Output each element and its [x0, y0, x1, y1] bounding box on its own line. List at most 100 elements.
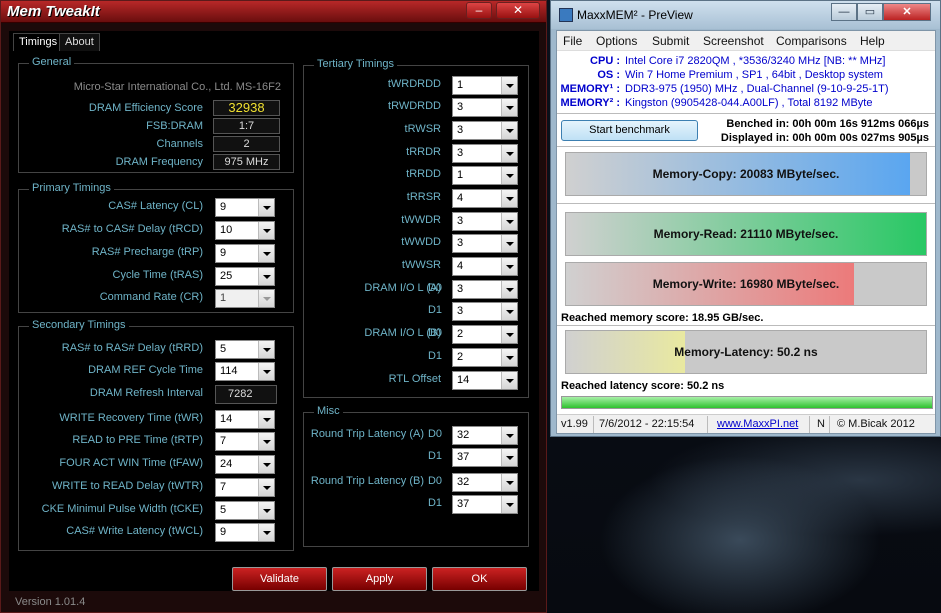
ref-cycle-label: DRAM REF Cycle Time — [88, 364, 203, 376]
app-logo-icon — [559, 8, 573, 22]
tertiary-rows-select[interactable]: 3 — [452, 234, 518, 253]
cas-latency-label: CAS# Latency (CL) — [108, 200, 203, 212]
tertiary-rows-label: RTL Offset — [388, 373, 441, 385]
misc-rows-sublabel: D1 — [427, 497, 442, 509]
os-value: Win 7 Home Premium , SP1 , 64bit , Deskt… — [625, 69, 883, 81]
menu-file[interactable]: File — [563, 34, 582, 48]
tertiary-rows-sublabel: D0 — [427, 282, 442, 294]
tertiary-rows-label: tRWSR — [404, 123, 441, 135]
close-button[interactable]: ✕ — [496, 2, 540, 19]
maxxpi-link[interactable]: www.MaxxPI.net — [717, 418, 798, 430]
misc-rows-sublabel: D0 — [427, 475, 442, 487]
channels-label: Channels — [156, 138, 203, 150]
tertiary-rows-value: 2 — [457, 328, 464, 340]
maximize-button[interactable]: ▭ — [857, 3, 883, 21]
twcl-value: 9 — [220, 526, 227, 538]
misc-rows-select[interactable]: 32 — [452, 473, 518, 492]
cas-latency-value: 9 — [220, 201, 227, 213]
status-divider — [829, 416, 830, 433]
tertiary-rows-select[interactable]: 14 — [452, 371, 518, 390]
tertiary-rows-sublabel: D1 — [427, 304, 442, 316]
dram-efficiency-label: DRAM Efficiency Score — [88, 102, 203, 114]
tertiary-rows-value: 3 — [457, 124, 464, 136]
twr-select[interactable]: 14 — [215, 410, 275, 429]
tfaw-select[interactable]: 24 — [215, 455, 275, 474]
tertiary-rows-select[interactable]: 3 — [452, 144, 518, 163]
tertiary-rows-select[interactable]: 3 — [452, 280, 518, 299]
menu-submit[interactable]: Submit — [652, 34, 689, 48]
reached-latency-score: Reached latency score: 50.2 ns — [561, 380, 725, 392]
chevron-down-icon — [258, 502, 274, 519]
twcl-select[interactable]: 9 — [215, 523, 275, 542]
tertiary-rows-select[interactable]: 2 — [452, 348, 518, 367]
menu-comparisons[interactable]: Comparisons — [776, 34, 847, 48]
tertiary-rows-label: DRAM I/O L (A) — [364, 282, 441, 294]
tab-timings[interactable]: Timings — [13, 33, 64, 51]
dram-frequency-label: DRAM Frequency — [115, 156, 203, 168]
maxxmem-titlebar[interactable]: MaxxMEM² - PreView — ▭ ✕ — [551, 1, 940, 29]
memtweakit-window: Mem TweakIt – ✕ Timings About General Mi… — [0, 0, 547, 613]
tertiary-rows-select[interactable]: 4 — [452, 189, 518, 208]
chevron-down-icon — [501, 167, 517, 184]
chevron-down-icon — [501, 349, 517, 366]
tertiary-rows-label: tWWDR — [401, 214, 441, 226]
memory-write-label: Memory-Write: 16980 MByte/sec. — [652, 277, 840, 291]
validate-button[interactable]: Validate — [232, 567, 327, 591]
tertiary-rows-select[interactable]: 1 — [452, 166, 518, 185]
twcl-label: CAS# Write Latency (tWCL) — [66, 525, 203, 537]
tertiary-rows-select[interactable]: 2 — [452, 325, 518, 344]
status-version: v1.99 — [561, 418, 588, 430]
trrd-select[interactable]: 5 — [215, 340, 275, 359]
tertiary-rows-label: tRRDD — [406, 168, 441, 180]
tertiary-rows-select[interactable]: 3 — [452, 98, 518, 117]
menu-help[interactable]: Help — [860, 34, 885, 48]
chevron-down-icon — [501, 281, 517, 298]
tertiary-timings-label: Tertiary Timings — [314, 58, 398, 70]
tertiary-rows-select[interactable]: 3 — [452, 302, 518, 321]
memory-copy-bar: Memory-Copy: 20083 MByte/sec. — [565, 152, 927, 196]
refresh-interval-label: DRAM Refresh Interval — [89, 387, 203, 399]
tertiary-rows-select[interactable]: 3 — [452, 121, 518, 140]
trrd-value: 5 — [220, 343, 227, 355]
tertiary-rows-select[interactable]: 3 — [452, 212, 518, 231]
ok-button[interactable]: OK — [432, 567, 527, 591]
menu-screenshot[interactable]: Screenshot — [703, 34, 764, 48]
trrd-label: RAS# to RAS# Delay (tRRD) — [61, 342, 203, 354]
misc-rows-select[interactable]: 32 — [452, 426, 518, 445]
chevron-down-icon — [501, 474, 517, 491]
chevron-down-icon — [258, 456, 274, 473]
command-rate-value: 1 — [220, 292, 227, 304]
primary-timings-label: Primary Timings — [29, 182, 114, 194]
start-benchmark-button[interactable]: Start benchmark — [561, 120, 698, 141]
tertiary-rows-select[interactable]: 1 — [452, 76, 518, 95]
chevron-down-icon — [501, 77, 517, 94]
tertiary-rows-label: tRRDR — [406, 146, 441, 158]
misc-label: Misc — [314, 405, 343, 417]
displayed-time: Displayed in: 00h 00m 00s 027ms 905µs — [720, 132, 929, 144]
minimize-button[interactable]: — — [831, 3, 857, 21]
cpu-key: CPU : — [590, 55, 620, 67]
maxxmem-window: MaxxMEM² - PreView — ▭ ✕ File Options Su… — [550, 0, 941, 437]
memtweakit-titlebar[interactable]: Mem TweakIt – ✕ — [1, 1, 546, 23]
twr-label: WRITE Recovery Time (tWR) — [59, 412, 203, 424]
misc-rows-select[interactable]: 37 — [452, 448, 518, 467]
status-divider — [593, 416, 594, 433]
tcke-select[interactable]: 5 — [215, 501, 275, 520]
apply-button[interactable]: Apply — [332, 567, 427, 591]
tab-about[interactable]: About — [59, 33, 100, 51]
tertiary-rows-value: 1 — [457, 169, 464, 181]
misc-rows-select[interactable]: 37 — [452, 495, 518, 514]
menu-options[interactable]: Options — [596, 34, 637, 48]
tras-value: 25 — [220, 270, 233, 282]
trcd-value: 10 — [220, 224, 233, 236]
tertiary-rows-select[interactable]: 4 — [452, 257, 518, 276]
benched-time: Benched in: 00h 00m 16s 912ms 066µs — [726, 118, 929, 130]
memory1-key: MEMORY¹ : — [560, 83, 620, 95]
misc-rows-value: 32 — [457, 429, 470, 441]
memory2-key: MEMORY² : — [560, 97, 620, 109]
minimize-button[interactable]: – — [466, 2, 492, 19]
chevron-down-icon — [501, 235, 517, 252]
chevron-down-icon — [501, 372, 517, 389]
close-button[interactable]: ✕ — [883, 3, 931, 21]
tertiary-rows-value: 2 — [457, 351, 464, 363]
